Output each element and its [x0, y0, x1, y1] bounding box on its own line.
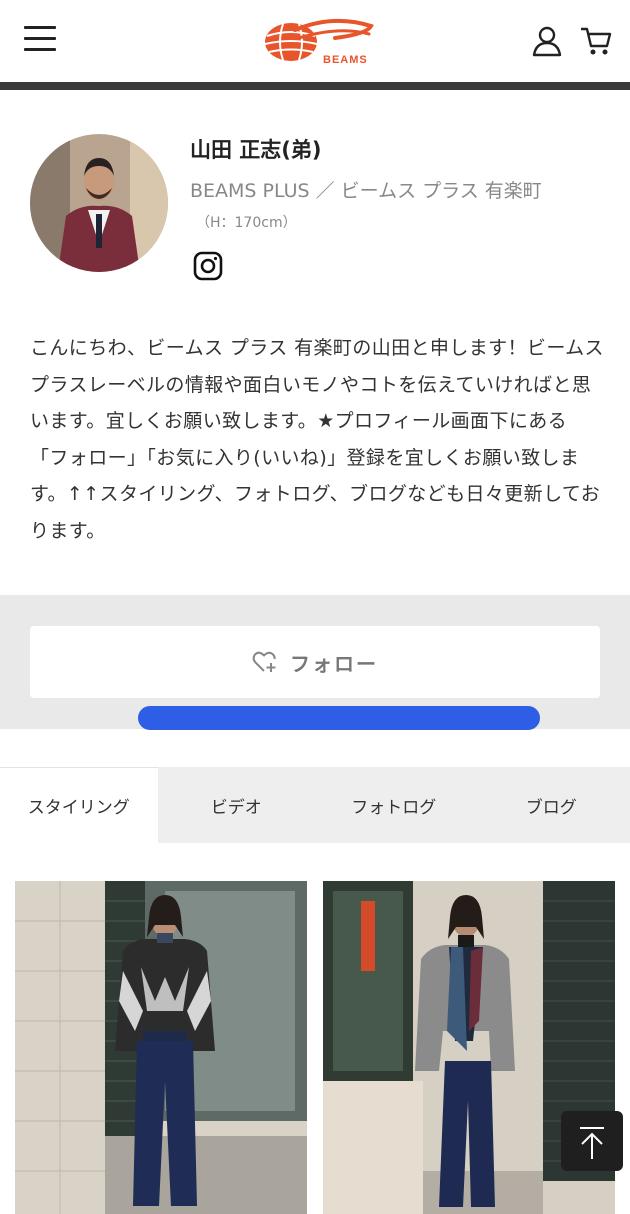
tab-photolog[interactable]: フォトログ: [315, 767, 473, 843]
svg-text:BEAMS: BEAMS: [323, 54, 368, 66]
site-header: BEAMS: [0, 0, 630, 84]
staff-profile: 山田 正志(弟) BEAMS PLUS ／ ビームス プラス 有楽町 （H：17…: [0, 90, 630, 595]
content-tabs: スタイリング ビデオ フォトログ ブログ: [0, 767, 630, 843]
header-divider: [0, 82, 630, 90]
staff-shop[interactable]: BEAMS PLUS ／ ビームス プラス 有楽町: [190, 176, 542, 203]
hamburger-menu-icon[interactable]: [24, 26, 60, 56]
redaction-mark: [138, 706, 540, 730]
heart-plus-icon: [252, 651, 276, 672]
user-icon[interactable]: [530, 24, 564, 58]
arrow-up-icon: [580, 1127, 604, 1159]
avatar: [30, 134, 168, 272]
instagram-icon[interactable]: [192, 250, 224, 282]
staff-height: （H：170cm）: [196, 215, 297, 231]
follow-label: フォロー: [290, 651, 378, 676]
beams-logo[interactable]: BEAMS: [255, 12, 375, 70]
staff-bio: こんにちわ、ビームス プラス 有楽町の山田と申します！ビームス プラスレーベルの…: [30, 337, 604, 542]
follow-button[interactable]: フォロー: [30, 626, 600, 698]
tab-styling[interactable]: スタイリング: [0, 767, 158, 843]
tab-blog[interactable]: ブログ: [472, 767, 630, 843]
back-to-top-button[interactable]: [561, 1111, 623, 1171]
tab-video[interactable]: ビデオ: [157, 767, 315, 843]
styling-photo[interactable]: [15, 881, 307, 1214]
staff-name: 山田 正志(弟): [190, 138, 322, 162]
cart-icon[interactable]: [578, 24, 614, 58]
